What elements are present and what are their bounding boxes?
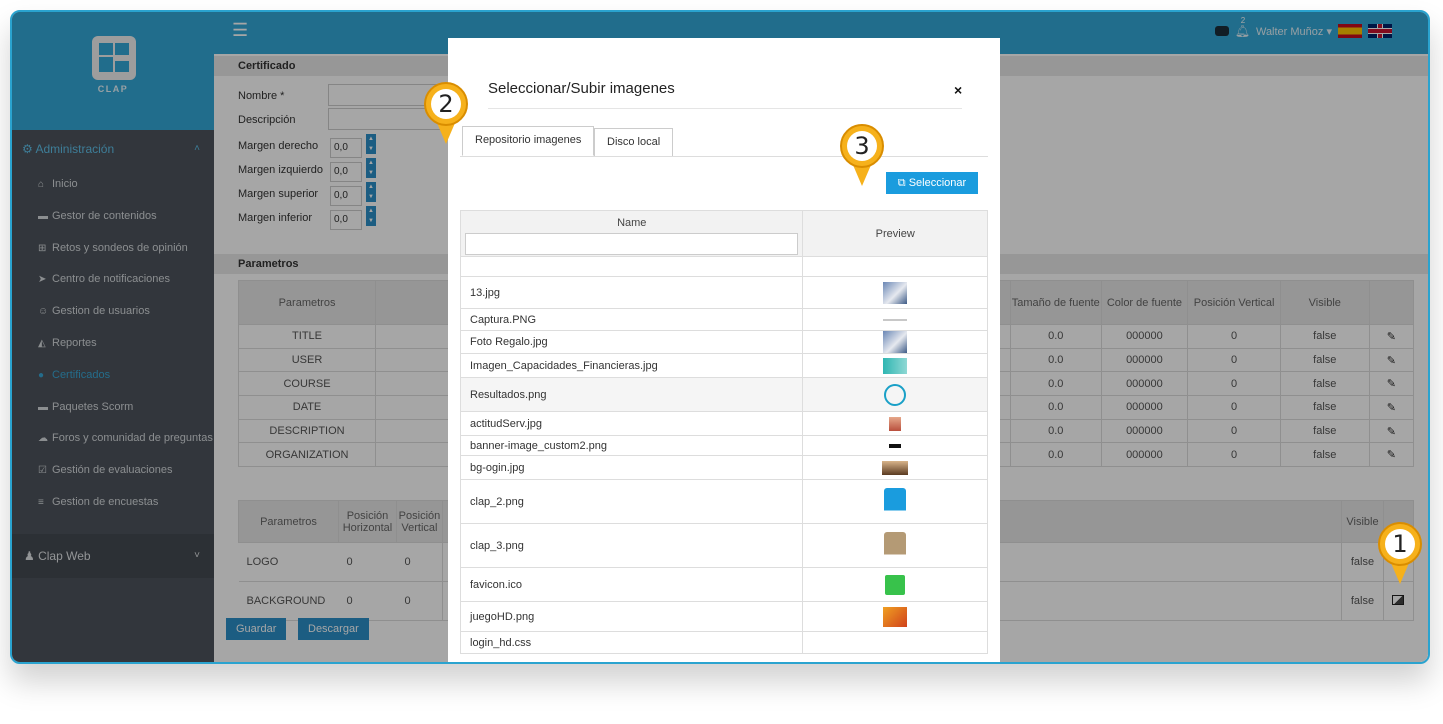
file-name-cell: Imagen_Capacidades_Financieras.jpg xyxy=(459,353,804,378)
tab-repositorio-imagenes[interactable]: Repositorio imagenes xyxy=(462,126,595,156)
preview-cell xyxy=(802,479,988,524)
col-header-preview: Preview xyxy=(802,210,988,257)
app-window: CLAP ⚙ Administración ˄ ⌂ Inicio ▬ Gestor d… xyxy=(10,10,1430,664)
pin-head: 2 xyxy=(424,82,468,126)
financial-image-thumbnail xyxy=(883,357,908,374)
file-name-cell: actitudServ.jpg xyxy=(459,411,804,436)
callout-pin-2: 2 xyxy=(424,82,468,146)
image-row[interactable]: login_hd.css xyxy=(459,631,988,654)
preview-cell xyxy=(802,435,988,456)
filter-spacer-cell xyxy=(802,256,988,277)
image-row[interactable]: Resultados.png xyxy=(459,377,988,412)
screenshot-thumbnail xyxy=(883,318,908,321)
preview-cell xyxy=(802,377,988,412)
preview-cell xyxy=(802,631,988,654)
preview-cell xyxy=(802,308,988,331)
tab-divider xyxy=(460,156,988,157)
image-repository-table: Name Preview 13.jpg Captura.PNG Foto Regal… xyxy=(459,210,988,654)
modal-divider xyxy=(488,108,962,109)
preview-cell xyxy=(802,411,988,436)
image-row[interactable]: 13.jpg xyxy=(459,276,988,309)
seleccionar-button[interactable]: ⧉ Seleccionar xyxy=(886,172,978,194)
banner-thumbnail xyxy=(889,443,902,448)
image-list: 13.jpg Captura.PNG Foto Regalo.jpg Imagen_C… xyxy=(459,276,988,654)
photo-thumbnail xyxy=(889,416,902,431)
file-name-cell: juegoHD.png xyxy=(459,601,804,632)
file-name-cell: clap_3.png xyxy=(459,523,804,568)
copy-icon: ⧉ xyxy=(897,177,909,189)
pin-head: 1 xyxy=(1378,522,1422,566)
pin-number: 1 xyxy=(1385,529,1415,559)
preview-cell xyxy=(802,330,988,354)
callout-pin-3: 3 xyxy=(840,124,884,188)
filter-spacer-cell xyxy=(459,256,804,277)
image-row[interactable]: banner-image_custom2.png xyxy=(459,435,988,456)
photo-thumbnail xyxy=(883,331,908,353)
preview-cell xyxy=(802,523,988,568)
image-select-modal: Seleccionar/Subir imagenes × Repositorio… xyxy=(448,38,1000,662)
image-row[interactable]: Imagen_Capacidades_Financieras.jpg xyxy=(459,353,988,378)
image-row[interactable]: bg-ogin.jpg xyxy=(459,455,988,480)
col-header-name: Name xyxy=(459,210,804,257)
gauge-icon xyxy=(884,383,907,406)
file-name-cell: favicon.ico xyxy=(459,567,804,602)
image-row[interactable]: clap_2.png xyxy=(459,479,988,524)
file-name-cell: bg-ogin.jpg xyxy=(459,455,804,480)
image-row[interactable]: favicon.ico xyxy=(459,567,988,602)
photo-thumbnail xyxy=(883,281,908,304)
clap-logo-tan-thumbnail xyxy=(884,531,907,560)
file-name-cell: Captura.PNG xyxy=(459,308,804,331)
image-row[interactable]: actitudServ.jpg xyxy=(459,411,988,436)
preview-cell xyxy=(802,455,988,480)
pin-head: 3 xyxy=(840,124,884,168)
image-row[interactable]: Captura.PNG xyxy=(459,308,988,331)
preview-cell xyxy=(802,567,988,602)
image-row[interactable]: juegoHD.png xyxy=(459,601,988,632)
tab-disco-local[interactable]: Disco local xyxy=(594,128,674,156)
favicon-thumbnail xyxy=(885,574,906,595)
seleccionar-label: Seleccionar xyxy=(908,177,967,189)
modal-title: Seleccionar/Subir imagenes xyxy=(488,80,675,97)
callout-pin-1: 1 xyxy=(1378,522,1422,586)
background-thumbnail xyxy=(882,460,909,475)
image-row[interactable]: clap_3.png xyxy=(459,523,988,568)
image-row[interactable]: Foto Regalo.jpg xyxy=(459,330,988,354)
file-name-cell: Foto Regalo.jpg xyxy=(459,330,804,354)
close-icon[interactable]: × xyxy=(954,82,962,98)
file-name-cell: Resultados.png xyxy=(459,377,804,412)
clap-logo-blue-thumbnail xyxy=(884,487,907,516)
name-header-label: Name xyxy=(617,217,647,229)
file-name-cell: login_hd.css xyxy=(459,631,804,654)
preview-cell xyxy=(802,353,988,378)
name-filter-input[interactable] xyxy=(465,233,799,255)
game-image-thumbnail xyxy=(883,606,908,627)
pin-number: 3 xyxy=(847,131,877,161)
file-name-cell: banner-image_custom2.png xyxy=(459,435,804,456)
preview-cell xyxy=(802,276,988,309)
pin-number: 2 xyxy=(431,89,461,119)
file-name-cell: 13.jpg xyxy=(459,276,804,309)
file-name-cell: clap_2.png xyxy=(459,479,804,524)
preview-cell xyxy=(802,601,988,632)
